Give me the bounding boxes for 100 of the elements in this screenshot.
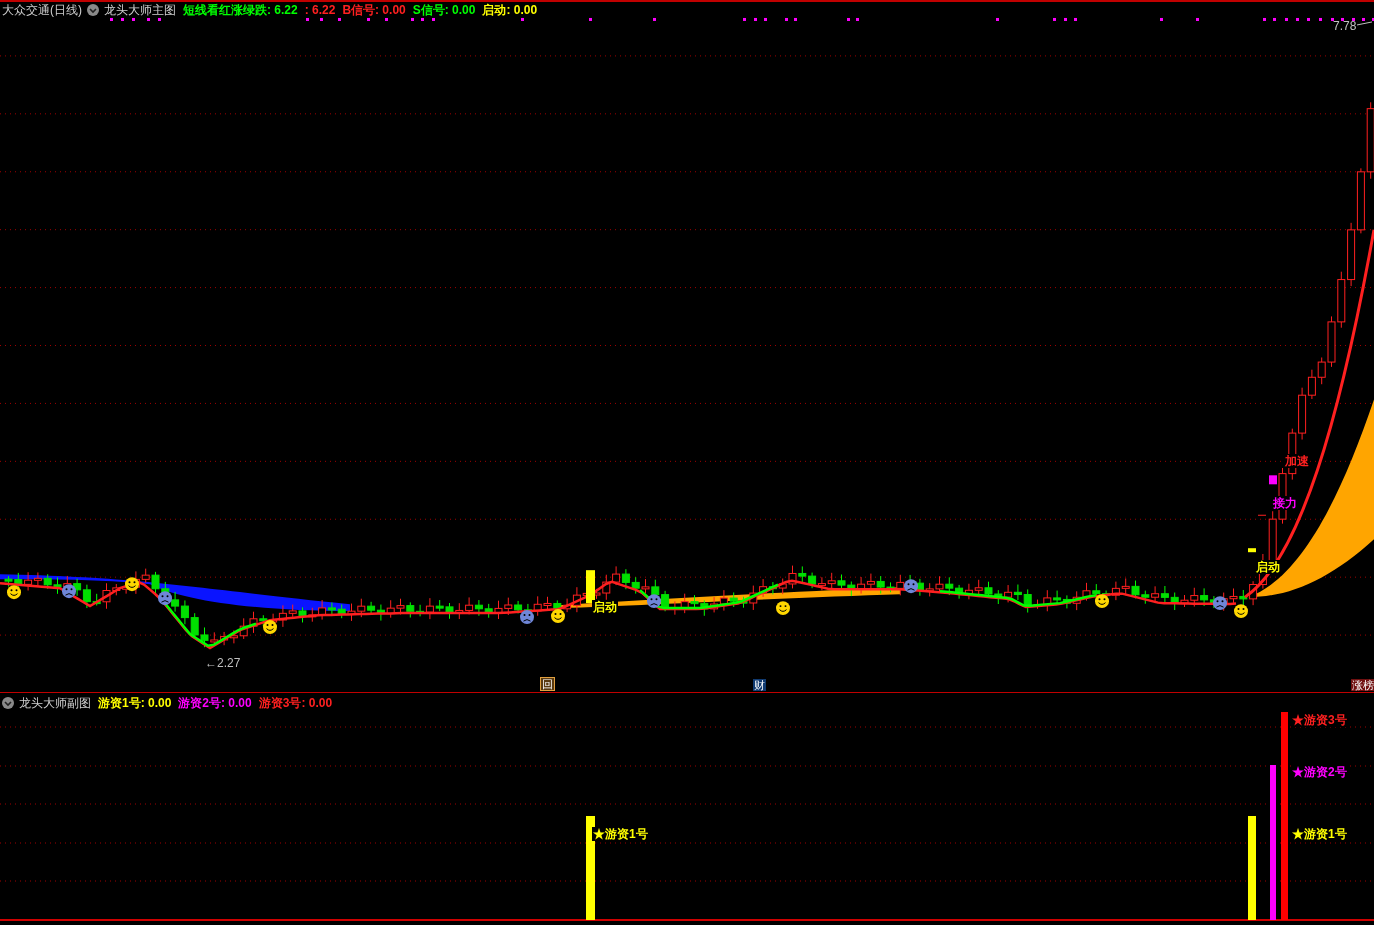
candlestick (690, 594, 699, 610)
candlestick (474, 599, 483, 617)
candlestick (180, 599, 189, 625)
candlestick (798, 565, 807, 584)
candlestick (298, 606, 307, 623)
collapse-icon[interactable] (2, 697, 14, 709)
indicator-name: 龙头大师副图 (19, 696, 91, 710)
candlestick (621, 568, 630, 590)
leader-line (1356, 21, 1373, 26)
candlestick (1131, 580, 1140, 599)
candlestick (808, 572, 817, 589)
candlestick (465, 596, 474, 615)
smiley-icon (776, 601, 790, 616)
candlestick (788, 565, 797, 589)
candlestick (700, 599, 709, 617)
candlestick (1072, 590, 1081, 611)
candlestick (768, 581, 777, 595)
signal-label: 启动 (592, 600, 618, 614)
smiley-icon (125, 577, 139, 592)
signal-label: 接力 (1272, 496, 1298, 510)
candlestick (1347, 222, 1356, 287)
candlestick (33, 571, 42, 587)
bar-label: ★游资2号 (1291, 765, 1348, 779)
candlestick (494, 600, 503, 620)
candlestick (837, 574, 846, 590)
candlestick (984, 581, 993, 598)
candlestick (1151, 585, 1160, 604)
candlestick (53, 576, 62, 595)
candlestick (945, 576, 954, 596)
legend-value: 游资1号: 0.00 (98, 696, 172, 710)
event-marker[interactable]: 回 (540, 677, 555, 691)
candlestick (1141, 590, 1150, 605)
signal-bar (586, 570, 595, 604)
candlestick (1337, 271, 1346, 329)
legend-value: 游资3号: 0.00 (258, 696, 333, 710)
signal-mark (1257, 514, 1267, 516)
smiley-icon (7, 585, 21, 600)
legend-value: 游资2号: 0.00 (178, 696, 252, 710)
candlestick (866, 573, 875, 591)
candlestick (190, 612, 199, 639)
candlestick (357, 598, 366, 618)
event-marker[interactable]: 涨榜 (1351, 679, 1374, 691)
candlestick (200, 626, 209, 648)
bar-label: ★游资1号 (1291, 827, 1348, 841)
frown-icon (520, 610, 534, 625)
bar-label: ★游资3号 (1291, 713, 1348, 727)
candlestick (24, 571, 33, 591)
signal-mark (1269, 475, 1277, 485)
candlestick (719, 589, 728, 612)
candlestick (1160, 585, 1169, 603)
collapse-icon[interactable] (87, 4, 99, 16)
candlestick (406, 601, 415, 619)
candlestick (1170, 592, 1179, 611)
smiley-icon (1095, 594, 1109, 609)
frown-icon (904, 579, 918, 594)
legend-value: 启动: 0.00 (482, 3, 538, 17)
frown-icon (647, 594, 661, 609)
smiley-icon (1234, 604, 1248, 619)
candlestick (484, 603, 493, 619)
candlestick (1062, 594, 1071, 609)
indicator-name: 龙头大师主图 (104, 3, 176, 17)
candlestick (935, 575, 944, 593)
frown-icon (62, 584, 76, 599)
frown-icon (1213, 596, 1227, 611)
candlestick (504, 597, 513, 616)
candlestick (1082, 582, 1091, 602)
candlestick (612, 565, 621, 586)
candlestick (729, 591, 738, 608)
candlestick (337, 604, 346, 619)
candlestick (347, 603, 356, 622)
legend-value: B信号: 0.00 (342, 3, 406, 17)
candlestick (4, 575, 13, 588)
candlestick (396, 598, 405, 615)
candlestick (514, 600, 523, 614)
price-label: ←2.27 (205, 657, 241, 670)
smiley-icon (263, 620, 277, 635)
candlestick (964, 583, 973, 600)
signal-label: 加速 (1284, 454, 1310, 468)
candlestick (445, 602, 454, 620)
candlestick (955, 584, 964, 600)
candlestick (827, 572, 836, 591)
candlestick (1200, 587, 1209, 607)
legend-value: S信号: 0.00 (412, 3, 476, 17)
candlestick (661, 590, 670, 612)
candlestick (171, 591, 180, 613)
candlestick (680, 593, 689, 614)
candlestick (631, 576, 640, 595)
candlestick (73, 578, 82, 597)
candlestick (710, 596, 719, 613)
legend-value: 短线看红涨绿跌: 6.22 (183, 3, 298, 17)
candlestick (367, 601, 376, 616)
event-marker[interactable]: 财 (753, 679, 766, 691)
candlestick (925, 582, 934, 597)
candlestick (847, 581, 856, 597)
candlestick (1229, 587, 1238, 604)
signal-label: 启动 (1255, 560, 1281, 574)
candlestick (994, 589, 1003, 605)
candlestick (43, 573, 52, 590)
candlestick (386, 599, 395, 619)
candlestick (1004, 584, 1013, 603)
